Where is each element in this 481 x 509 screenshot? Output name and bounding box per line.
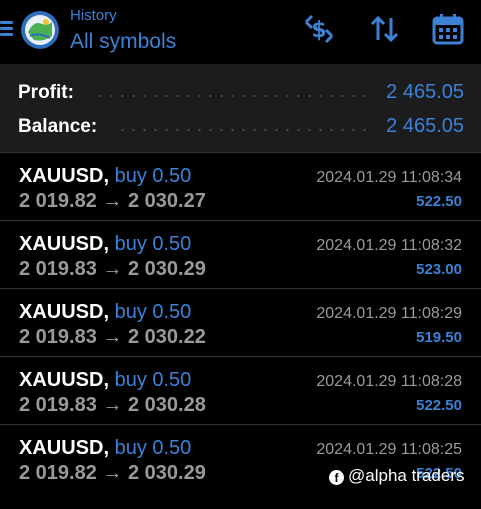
deal-row[interactable]: XAUUSD, buy 0.50 2 019.83 → 2 030.22 202… <box>0 288 481 356</box>
page-subtitle: History <box>70 7 117 24</box>
balance-label: Balance: <box>18 116 98 137</box>
deal-prices: 2 019.82 → 2 030.27 <box>19 190 206 212</box>
deal-row[interactable]: XAUUSD, buy 0.50 2 019.82 → 2 030.27 202… <box>0 152 481 220</box>
deal-profit: 523.00 <box>416 261 462 278</box>
deal-prices: 2 019.83 → 2 030.22 <box>19 326 206 348</box>
deal-time: 2024.01.29 11:08:29 <box>316 305 462 322</box>
deal-type: buy 0.50 <box>114 369 192 391</box>
deal-profit: 522.50 <box>416 397 462 414</box>
deal-time: 2024.01.29 11:08:25 <box>316 441 462 458</box>
deal-profit: 522.50 <box>416 193 462 210</box>
balance-row: Balance: 2 465.05 <box>0 112 481 142</box>
deal-profit: 519.50 <box>416 329 462 346</box>
deal-prices: 2 019.83 → 2 030.29 <box>19 258 206 280</box>
deal-prices: 2 019.82 → 2 030.29 <box>19 462 206 484</box>
deal-symbol: XAUUSD, <box>19 437 110 459</box>
deal-row[interactable]: XAUUSD, buy 0.50 2 019.83 → 2 030.28 202… <box>0 356 481 424</box>
deal-row[interactable]: XAUUSD, buy 0.50 2 019.83 → 2 030.29 202… <box>0 220 481 288</box>
calendar-icon[interactable] <box>431 12 465 46</box>
deal-symbol: XAUUSD, <box>19 165 110 187</box>
watermark-text: @alpha traders <box>348 466 465 485</box>
app-logo-icon <box>21 11 59 49</box>
deal-symbol: XAUUSD, <box>19 369 110 391</box>
dotted-leader <box>117 129 367 131</box>
menu-icon[interactable] <box>0 20 14 38</box>
page-title[interactable]: All symbols <box>70 30 176 54</box>
svg-text:$: $ <box>311 18 326 43</box>
profit-value: 2 465.05 <box>386 81 464 103</box>
facebook-icon: f <box>329 470 344 485</box>
sort-icon[interactable] <box>368 12 402 46</box>
dotted-leader <box>95 95 367 97</box>
watermark: f @alpha traders <box>329 466 465 486</box>
deal-symbol: XAUUSD, <box>19 233 110 255</box>
deal-symbol: XAUUSD, <box>19 301 110 323</box>
account-summary: Profit: 2 465.05 Balance: 2 465.05 <box>0 64 481 152</box>
deal-type: buy 0.50 <box>114 301 192 323</box>
profit-row: Profit: 2 465.05 <box>0 78 481 108</box>
top-bar: History All symbols $ <box>0 0 481 64</box>
deal-type: buy 0.50 <box>114 437 192 459</box>
balance-value: 2 465.05 <box>386 115 464 137</box>
currency-swap-icon[interactable]: $ <box>302 12 336 46</box>
deal-prices: 2 019.83 → 2 030.28 <box>19 394 206 416</box>
deal-time: 2024.01.29 11:08:32 <box>316 237 462 254</box>
profit-label: Profit: <box>18 82 74 103</box>
deal-type: buy 0.50 <box>114 165 192 187</box>
deal-time: 2024.01.29 11:08:28 <box>316 373 462 390</box>
deal-type: buy 0.50 <box>114 233 192 255</box>
deal-time: 2024.01.29 11:08:34 <box>316 169 462 186</box>
